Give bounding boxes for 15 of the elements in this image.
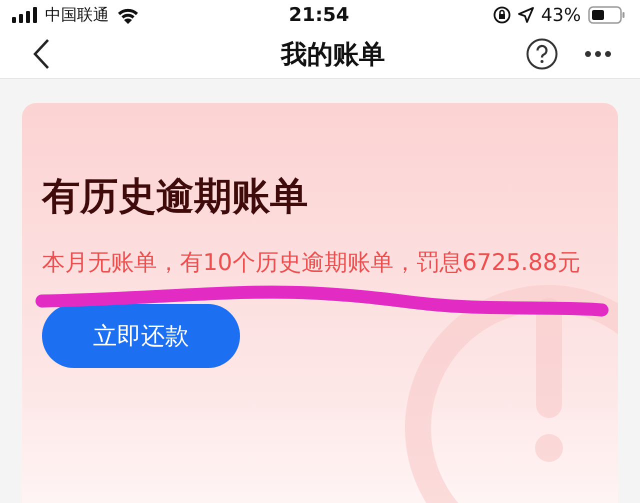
location-arrow-icon xyxy=(518,7,534,24)
carrier-name: 中国联通 xyxy=(45,4,109,26)
help-icon[interactable] xyxy=(526,38,558,70)
card-title: 有历史逾期账单 xyxy=(42,173,309,220)
repay-button[interactable]: 立即还款 xyxy=(42,304,240,368)
back-icon[interactable] xyxy=(32,38,50,70)
battery-icon xyxy=(588,6,626,24)
more-icon[interactable] xyxy=(584,50,612,58)
clock-time: 21:54 xyxy=(288,4,350,26)
rotation-lock-icon xyxy=(492,6,511,24)
signal-icon xyxy=(12,7,38,24)
battery-percent: 43% xyxy=(540,4,581,26)
page-title: 我的账单 xyxy=(281,38,385,72)
wifi-icon xyxy=(116,6,140,24)
card-description: 本月无账单，有10个历史逾期账单，罚息6725.88元 xyxy=(42,249,582,278)
